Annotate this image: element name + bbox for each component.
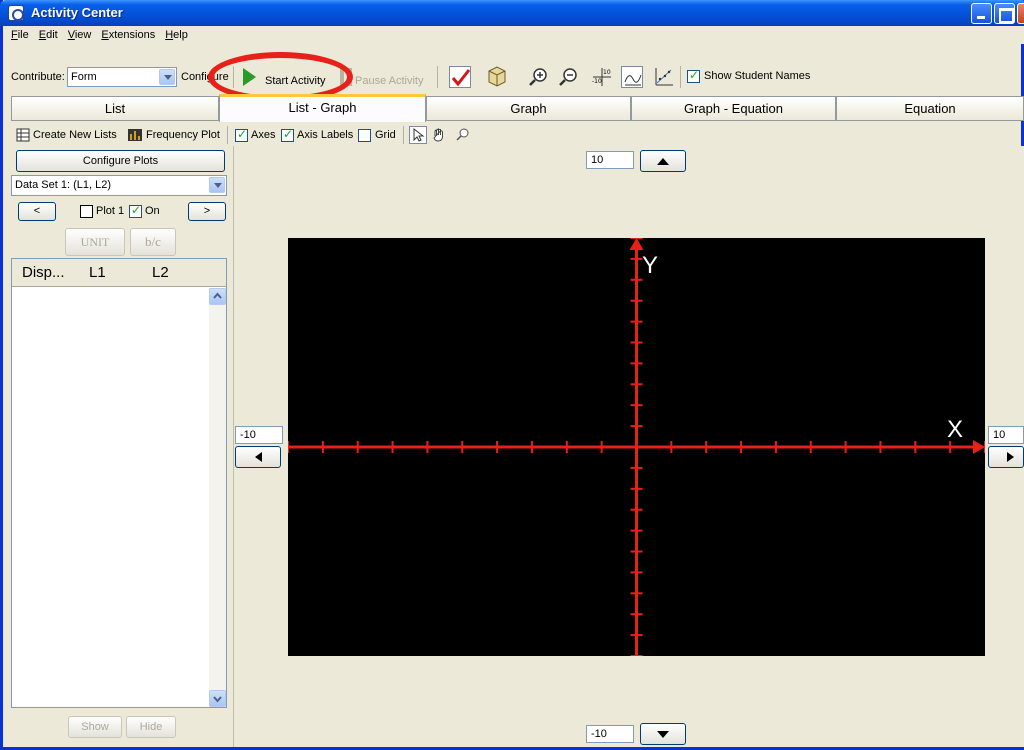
x-axis-arrow bbox=[973, 440, 985, 454]
list-scrollbar[interactable] bbox=[209, 288, 226, 707]
plot-on-label: On bbox=[145, 205, 160, 217]
xmin-input[interactable]: -10 bbox=[235, 426, 283, 444]
scroll-up-button[interactable] bbox=[209, 288, 226, 305]
tab-list-graph[interactable]: List - Graph bbox=[219, 94, 426, 122]
toolbar-separator bbox=[680, 66, 681, 88]
menu-view[interactable]: View bbox=[68, 26, 92, 44]
menu-help[interactable]: Help bbox=[165, 26, 188, 44]
next-plot-button[interactable]: > bbox=[188, 202, 226, 221]
toolbar-separator bbox=[437, 66, 438, 88]
menu-bar: File Edit View Extensions Help bbox=[3, 26, 1024, 44]
x-axis-label: X bbox=[947, 416, 964, 443]
column-header-l2[interactable]: L2 bbox=[152, 264, 169, 281]
pan-up-button[interactable] bbox=[640, 150, 686, 172]
ymin-input[interactable]: -10 bbox=[586, 725, 634, 743]
pan-down-button[interactable] bbox=[640, 723, 686, 745]
axes-label: Axes bbox=[251, 129, 276, 141]
configure-plots-button[interactable]: Configure Plots bbox=[16, 150, 225, 172]
create-new-lists-button[interactable]: Create New Lists bbox=[33, 129, 117, 141]
plot-1-checkbox[interactable] bbox=[80, 205, 93, 218]
show-student-names-label: Show Student Names bbox=[704, 70, 811, 82]
app-window: Activity Center File Edit View Extension… bbox=[0, 0, 1024, 750]
tab-list[interactable]: List bbox=[11, 96, 219, 120]
package-icon[interactable] bbox=[486, 64, 508, 87]
pan-right-button[interactable] bbox=[988, 446, 1024, 468]
menu-edit[interactable]: Edit bbox=[39, 26, 58, 44]
grid-checkbox[interactable] bbox=[358, 129, 371, 142]
dataset-select-value: Data Set 1: (L1, L2) bbox=[15, 179, 111, 191]
show-student-names-checkbox[interactable] bbox=[687, 68, 700, 83]
scroll-down-button[interactable] bbox=[209, 690, 226, 707]
toolbar-separator bbox=[227, 126, 228, 144]
axis-labels-label: Axis Labels bbox=[297, 129, 354, 141]
chevron-down-icon bbox=[159, 69, 175, 85]
zoom-in-icon[interactable] bbox=[527, 66, 549, 88]
ymax-input[interactable]: 10 bbox=[586, 151, 634, 169]
minimize-button[interactable] bbox=[971, 3, 992, 24]
fraction-button[interactable]: b/c bbox=[130, 228, 176, 256]
axis-labels-checkbox[interactable] bbox=[281, 127, 294, 142]
tab-equation[interactable]: Equation bbox=[836, 96, 1024, 120]
pan-left-button[interactable] bbox=[235, 446, 281, 468]
frequency-plot-button[interactable]: Frequency Plot bbox=[146, 129, 220, 141]
maximize-button[interactable] bbox=[994, 3, 1015, 24]
column-header-l1[interactable]: L1 bbox=[89, 264, 106, 281]
graph-function-icon[interactable] bbox=[621, 66, 643, 88]
previous-plot-button[interactable]: < bbox=[18, 202, 56, 221]
tab-graph-equation[interactable]: Graph - Equation bbox=[631, 96, 836, 120]
close-button[interactable] bbox=[1017, 3, 1024, 24]
plot-canvas[interactable]: Y X bbox=[287, 237, 986, 657]
pointer-icon[interactable] bbox=[409, 126, 427, 144]
y-axis-label: Y bbox=[642, 252, 659, 279]
scatter-plot-icon[interactable] bbox=[653, 66, 675, 88]
contribute-select[interactable]: Form bbox=[67, 67, 177, 87]
y-axis-arrow bbox=[629, 238, 644, 250]
create-lists-icon[interactable] bbox=[16, 128, 30, 142]
hide-button[interactable]: Hide bbox=[126, 716, 176, 738]
contribute-select-value: Form bbox=[71, 71, 97, 83]
app-icon bbox=[8, 5, 24, 21]
grid-label: Grid bbox=[375, 129, 396, 141]
menu-extensions[interactable]: Extensions bbox=[101, 26, 155, 44]
column-header-disp[interactable]: Disp... bbox=[22, 264, 65, 281]
pause-activity-button[interactable]: Pause Activity bbox=[355, 75, 423, 87]
frequency-plot-icon[interactable] bbox=[127, 128, 143, 142]
menu-file[interactable]: File bbox=[11, 26, 29, 44]
axes-checkbox[interactable] bbox=[235, 127, 248, 142]
plot-1-label: Plot 1 bbox=[96, 205, 125, 217]
window-title: Activity Center bbox=[31, 5, 123, 20]
title-bar[interactable]: Activity Center bbox=[0, 0, 1024, 26]
zoom-icon[interactable] bbox=[455, 127, 471, 143]
svg-text:10: 10 bbox=[603, 69, 611, 76]
axes-layer bbox=[287, 237, 986, 657]
toolbar-separator bbox=[403, 126, 404, 144]
zoom-out-icon[interactable] bbox=[557, 66, 579, 88]
list-table[interactable]: Disp... L1 L2 bbox=[11, 258, 227, 708]
unit-button[interactable]: UNIT bbox=[65, 228, 125, 256]
xmax-input[interactable]: 10 bbox=[988, 426, 1024, 444]
pan-hand-icon[interactable] bbox=[431, 127, 447, 143]
plot-on-checkbox[interactable] bbox=[129, 203, 142, 218]
list-table-header: Disp... L1 L2 bbox=[12, 259, 226, 287]
dataset-select[interactable]: Data Set 1: (L1, L2) bbox=[11, 175, 227, 196]
chevron-down-icon bbox=[209, 177, 225, 193]
checkmark-icon[interactable] bbox=[449, 66, 471, 88]
svg-text:-10: -10 bbox=[592, 78, 602, 85]
tab-graph[interactable]: Graph bbox=[426, 96, 631, 120]
window-settings-icon[interactable]: 10 -10 bbox=[591, 66, 613, 88]
contribute-label: Contribute: bbox=[11, 71, 65, 83]
show-button[interactable]: Show bbox=[68, 716, 122, 738]
